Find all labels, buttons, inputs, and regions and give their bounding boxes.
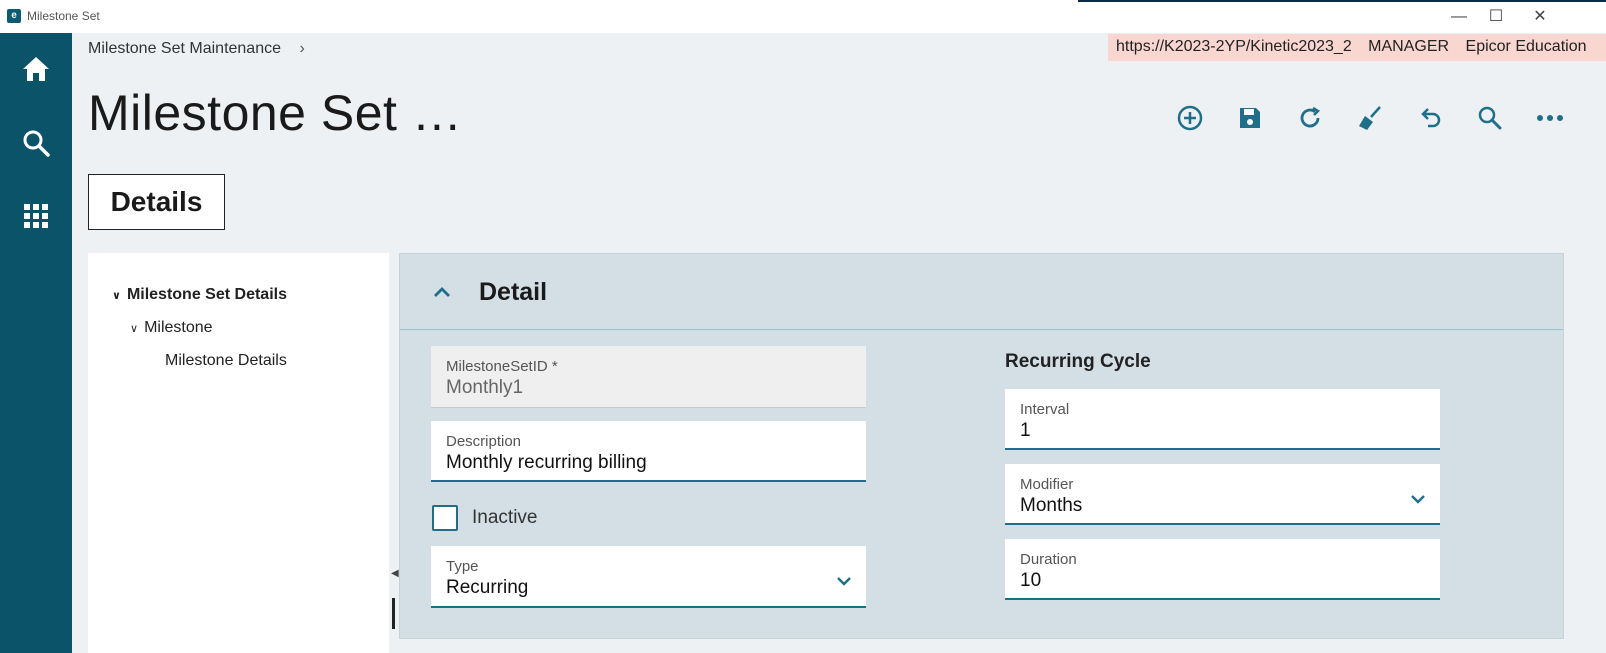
apps-grid-icon[interactable] [18,198,54,234]
search-icon[interactable] [1460,100,1520,136]
field-label: Modifier [1020,476,1074,493]
environment-info: https://K2023-2YP/Kinetic2023_2 MANAGER … [1108,34,1606,61]
field-label: MilestoneSetID * [446,358,558,375]
more-icon[interactable] [1520,100,1580,136]
tree-item-milestone[interactable]: ∨ Milestone [130,319,213,337]
breadcrumb: Milestone Set Maintenance › [88,40,305,58]
env-company: Epicor Education [1465,38,1587,55]
tree-item-label: Milestone Details [165,352,287,369]
refresh-icon[interactable] [1280,100,1340,136]
tree-item-label: Milestone Set Details [126,286,287,303]
milestone-set-id-field: MilestoneSetID * Monthly1 [431,346,866,408]
inactive-label[interactable]: Inactive [472,507,537,529]
window-titlebar: e Milestone Set — ☐ ✕ [0,0,1606,33]
inactive-checkbox-row: Inactive [432,505,537,531]
splitter-handle[interactable] [392,598,395,629]
titlebar-accent-line [1078,0,1606,2]
env-user: MANAGER [1368,38,1450,55]
field-value[interactable]: Monthly recurring billing [446,452,851,474]
field-label: Duration [1020,551,1077,568]
chevron-down-icon[interactable]: ∨ [130,322,138,335]
page-title: Milestone Set … [88,85,463,141]
tab-details[interactable]: Details [88,174,225,230]
env-url: https://K2023-2YP/Kinetic2023_2 [1116,38,1352,55]
type-select[interactable]: Type Recurring [431,546,866,608]
chevron-down-icon[interactable] [1410,491,1426,509]
clear-icon[interactable] [1340,100,1400,136]
app-logo-icon: e [7,9,21,23]
chevron-down-icon[interactable]: ∨ [112,289,121,302]
window-title: Milestone Set [27,9,100,23]
minimize-button[interactable]: — [1448,6,1470,28]
tree-item-milestone-details[interactable]: Milestone Details [165,352,287,370]
detail-card-title: Detail [479,278,548,306]
field-label: Type [446,558,479,575]
breadcrumb-chevron-icon[interactable]: › [299,40,304,57]
field-value[interactable]: 1 [1020,420,1425,442]
chevron-down-icon[interactable] [836,573,852,591]
home-icon[interactable] [18,51,54,87]
tree-panel: ∨ Milestone Set Details ∨ Milestone Milest… [88,253,389,653]
detail-card-header: Detail [400,254,1563,330]
breadcrumb-item[interactable]: Milestone Set Maintenance [88,40,281,57]
tree-item-milestone-set-details[interactable]: ∨ Milestone Set Details [112,286,287,304]
field-value: Monthly1 [446,377,524,398]
inactive-checkbox[interactable] [432,505,458,531]
nav-rail [0,33,72,653]
field-label: Interval [1020,401,1070,418]
field-value[interactable]: Recurring [446,577,851,599]
modifier-select[interactable]: Modifier Months [1005,464,1440,525]
duration-field[interactable]: Duration 10 [1005,539,1440,600]
maximize-button[interactable]: ☐ [1485,6,1507,28]
add-new-icon[interactable] [1160,100,1220,136]
chevron-up-icon[interactable] [430,280,454,304]
tree-item-label: Milestone [144,319,213,336]
close-button[interactable]: ✕ [1529,6,1551,28]
description-field[interactable]: Description Monthly recurring billing [431,421,866,482]
toolbar [1160,100,1580,136]
field-label: Description [446,433,522,450]
field-value[interactable]: Months [1020,495,1425,517]
field-value[interactable]: 10 [1020,570,1425,592]
interval-field[interactable]: Interval 1 [1005,389,1440,450]
recurring-cycle-title: Recurring Cycle [1005,351,1151,372]
save-icon[interactable] [1220,100,1280,136]
undo-icon[interactable] [1400,100,1460,136]
collapse-panel-icon[interactable]: ◀ [391,568,399,579]
search-icon[interactable] [18,125,54,161]
